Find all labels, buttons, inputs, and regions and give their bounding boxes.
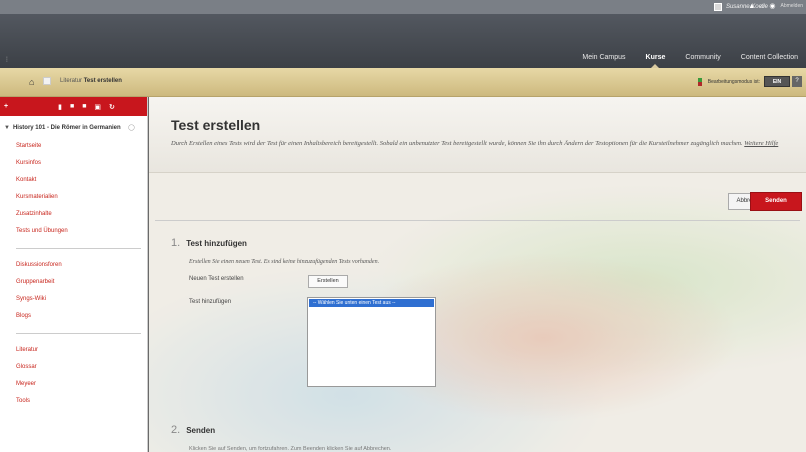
avatar xyxy=(713,3,722,11)
sidebar-item-diskussionsforen[interactable]: Diskussionsforen xyxy=(16,257,147,274)
divider xyxy=(16,333,141,334)
new-test-label: Neuen Test erstellen xyxy=(189,276,244,282)
refresh-icon[interactable]: ↻ xyxy=(109,103,115,111)
sidebar-item-startseite[interactable]: Startseite xyxy=(16,138,147,155)
sidebar-item-zusatzinhalte[interactable]: Zusatzinhalte xyxy=(16,206,147,223)
folder-icon[interactable]: ■ xyxy=(70,103,74,110)
course-title[interactable]: History 101 - Die Römer in Germanien xyxy=(13,124,125,132)
nav-menu-icon[interactable]: ⋮ xyxy=(4,56,10,63)
updates-icon[interactable]: ▲ xyxy=(748,3,755,10)
sidebar-item-wiki[interactable]: Syngs-Wiki xyxy=(16,291,147,308)
step-title: Test hinzufügen xyxy=(186,239,247,248)
step-description: Klicken Sie auf Senden, um fortzufahren.… xyxy=(189,446,392,452)
breadcrumb-bar: ⌂ Literatur Test erstellen Bearbeitungsm… xyxy=(0,68,806,97)
main-navigation: ⋮ Mein Campus Kurse Community Content Co… xyxy=(0,14,806,69)
test-select-list[interactable]: -- Wählen Sie unten einen Test aus -- xyxy=(307,297,436,387)
course-menu-toolbar: + ▮ ■ ■ ▣ ↻ xyxy=(0,97,147,116)
top-bar: Susanne Koelle ▲ ⌂ ◉ Abmelden xyxy=(0,0,806,14)
page-header: Test erstellen Durch Erstellen eines Tes… xyxy=(149,97,806,173)
step-submit-heading: 2. Senden xyxy=(171,424,215,436)
sidebar-item-tests[interactable]: Tests und Übungen xyxy=(16,223,147,240)
collapse-arrow-icon[interactable]: ▼ xyxy=(4,124,10,132)
content-area: Test erstellen Durch Erstellen eines Tes… xyxy=(149,97,806,452)
course-menu: + ▮ ■ ■ ▣ ↻ ▼ History 101 - Die Römer in… xyxy=(0,97,148,452)
sidebar-item-gruppenarbeit[interactable]: Gruppenarbeit xyxy=(16,274,147,291)
divider xyxy=(16,248,141,249)
help-icon[interactable]: ◉ xyxy=(769,2,775,10)
divider xyxy=(155,220,800,221)
window-icon[interactable]: ▣ xyxy=(94,103,101,111)
submit-button[interactable]: Senden xyxy=(750,192,802,211)
tab-community[interactable]: Community xyxy=(685,54,720,61)
create-test-button[interactable]: Erstellen xyxy=(308,275,348,288)
add-menu-item-icon[interactable]: + xyxy=(4,103,8,110)
logout-link[interactable]: Abmelden xyxy=(780,3,803,9)
tab-kurse[interactable]: Kurse xyxy=(646,54,665,69)
nav-tabs: Mein Campus Kurse Community Content Coll… xyxy=(582,54,798,69)
edit-mode-toggle[interactable]: EIN xyxy=(764,76,790,87)
sidebar-item-kursmaterialien[interactable]: Kursmaterialien xyxy=(16,189,147,206)
step-number: 2. xyxy=(171,424,181,436)
page-title: Test erstellen xyxy=(171,117,261,133)
tab-mein-campus[interactable]: Mein Campus xyxy=(582,54,625,61)
breadcrumb-current: Test erstellen xyxy=(83,78,122,84)
sidebar-item-literatur[interactable]: Literatur xyxy=(16,342,147,359)
edit-mode-label: Bearbeitungsmodus ist: xyxy=(707,79,760,85)
top-icons: ▲ ⌂ ◉ Abmelden xyxy=(748,2,803,11)
step-title: Senden xyxy=(186,426,216,435)
course-menu-toggle[interactable] xyxy=(43,77,51,85)
sidebar-item-meyeer[interactable]: Meyeer xyxy=(16,376,147,393)
step-hint: Erstellen Sie einen neuen Test. Es sind … xyxy=(189,259,380,265)
edit-mode: Bearbeitungsmodus ist: xyxy=(697,78,760,86)
folder-view-icon[interactable]: ▮ xyxy=(58,103,62,111)
breadcrumb: Literatur Test erstellen xyxy=(60,78,122,84)
home-icon[interactable]: ⌂ xyxy=(29,77,34,87)
step-number: 1. xyxy=(171,237,181,249)
breadcrumb-parent[interactable]: Literatur xyxy=(60,78,82,84)
help-button[interactable]: ? xyxy=(792,76,802,87)
add-test-label: Test hinzufügen xyxy=(189,299,232,305)
edit-mode-indicator-icon xyxy=(697,78,702,86)
sidebar-item-glossar[interactable]: Glossar xyxy=(16,359,147,376)
sidebar-item-blogs[interactable]: Blogs xyxy=(16,308,147,325)
page-description: Durch Erstellen eines Tests wird der Tes… xyxy=(171,139,781,149)
more-help-link[interactable]: Weitere Hilfe xyxy=(744,140,778,147)
folder-open-icon[interactable]: ■ xyxy=(82,103,86,110)
course-options-icon[interactable]: ◯ xyxy=(128,124,135,132)
map-background-image xyxy=(149,167,806,452)
tab-content-collection[interactable]: Content Collection xyxy=(741,54,798,61)
step-add-test-heading: 1. Test hinzufügen xyxy=(171,237,247,249)
sidebar-item-kursinfos[interactable]: Kursinfos xyxy=(16,155,147,172)
sidebar-item-kontakt[interactable]: Kontakt xyxy=(16,172,147,189)
home-icon[interactable]: ⌂ xyxy=(760,3,764,10)
test-select-option[interactable]: -- Wählen Sie unten einen Test aus -- xyxy=(309,299,434,307)
description-text: Durch Erstellen eines Tests wird der Tes… xyxy=(171,140,743,147)
sidebar-item-tools[interactable]: Tools xyxy=(16,393,147,410)
course-title-row[interactable]: ▼ History 101 - Die Römer in Germanien ◯ xyxy=(4,124,142,132)
